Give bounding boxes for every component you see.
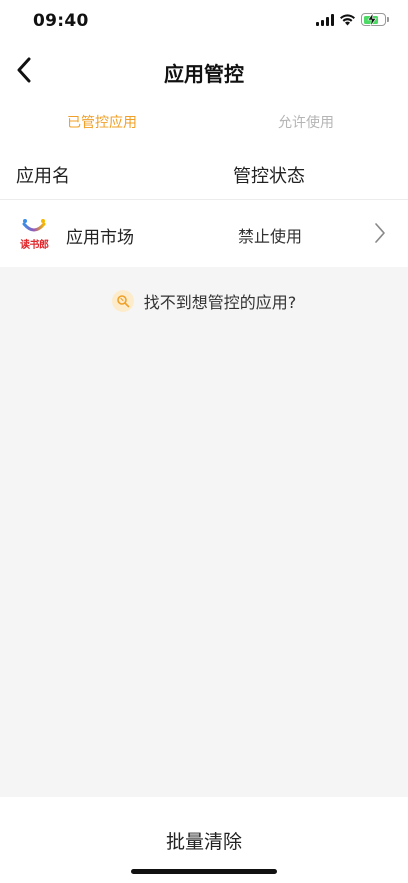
tab-allowed-apps[interactable]: 允许使用 — [204, 112, 408, 132]
battery-charging-icon — [361, 13, 389, 26]
nav-bar: 应用管控 — [0, 44, 408, 96]
column-header-app-name: 应用名 — [16, 166, 70, 187]
battery-cap — [387, 17, 389, 22]
bottom-bar: 批量清除 — [0, 797, 408, 883]
app-name: 应用市场 — [66, 228, 134, 248]
app-control-status: 禁止使用 — [238, 227, 303, 246]
status-bar: 09:40 — [0, 0, 408, 44]
search-help-icon — [111, 290, 134, 312]
app-logo-text: 读书郎 — [20, 240, 49, 251]
help-link[interactable]: 找不到想管控的应用? — [0, 287, 408, 315]
column-header-status: 管控状态 — [233, 166, 305, 187]
home-indicator[interactable] — [131, 869, 277, 874]
table-header: 应用名 管控状态 — [0, 150, 408, 198]
batch-clear-button[interactable]: 批量清除 — [0, 827, 408, 854]
bolt-icon — [367, 13, 377, 26]
chevron-right-icon — [375, 223, 385, 243]
page-title: 应用管控 — [164, 62, 244, 86]
status-time: 09:40 — [33, 11, 89, 31]
smile-logo-icon — [22, 219, 46, 232]
help-text: 找不到想管控的应用? — [143, 293, 297, 312]
app-market-logo: 读书郎 — [16, 218, 56, 251]
signal-icon — [316, 13, 334, 26]
status-icons — [316, 13, 389, 26]
tab-bar: 已管控应用 允许使用 — [0, 104, 408, 140]
table-row[interactable]: 读书郎 应用市场 禁止使用 — [0, 200, 408, 267]
wifi-icon — [340, 14, 355, 26]
tab-managed-apps[interactable]: 已管控应用 — [0, 112, 204, 132]
